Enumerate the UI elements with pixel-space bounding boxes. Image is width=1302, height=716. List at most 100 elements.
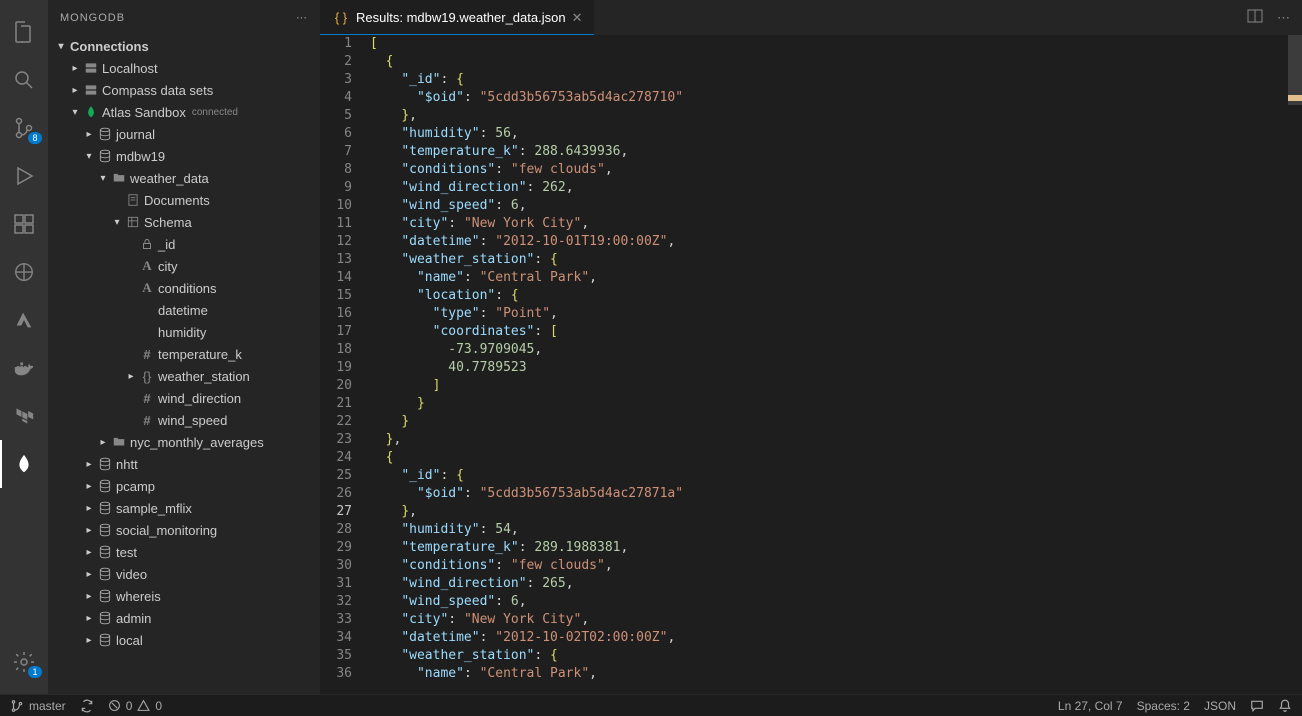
problems[interactable]: 0 0 (108, 699, 162, 713)
chevron-icon: ▸ (82, 613, 96, 624)
tabs-bar: { } Results: mdbw19.weather_data.json ✕ … (320, 0, 1302, 35)
chevron-icon: ▸ (82, 569, 96, 580)
item-tag: connected (192, 107, 238, 118)
item-label: Atlas Sandbox (102, 105, 186, 120)
item-icon (96, 479, 114, 493)
tree-item[interactable]: ▸ video (48, 563, 320, 585)
debug-icon[interactable] (0, 152, 48, 200)
tree-item[interactable]: ▸nhtt (48, 453, 320, 475)
editor-area: { } Results: mdbw19.weather_data.json ✕ … (320, 0, 1302, 694)
item-label: sample_mflix (116, 501, 192, 516)
item-label: weather_station (158, 369, 250, 384)
chevron-icon: ▾ (68, 107, 82, 118)
more-actions-icon[interactable]: ⋯ (1277, 10, 1290, 26)
sidebar: MONGODB ⋯ ▾ Connections ▸Localhost▸Compa… (48, 0, 320, 694)
item-label: Compass data sets (102, 83, 213, 98)
tree-item[interactable]: Acity (48, 255, 320, 277)
tree-item[interactable]: ▸Localhost (48, 57, 320, 79)
item-icon (96, 545, 114, 559)
item-icon (96, 457, 114, 471)
tree-item[interactable]: ▾ Atlas Sandbox connected (48, 101, 320, 123)
item-label: nyc_monthly_averages (130, 435, 264, 450)
split-editor-icon[interactable] (1247, 8, 1263, 27)
tree-item[interactable]: ▾Schema (48, 211, 320, 233)
close-icon[interactable]: ✕ (572, 10, 583, 26)
chevron-icon: ▸ (96, 437, 110, 448)
item-label: _id (158, 237, 175, 252)
code-lines[interactable]: [ { "_id": { "$oid": "5cdd3b56753ab5d4ac… (366, 35, 1302, 694)
cursor-position[interactable]: Ln 27, Col 7 (1058, 699, 1123, 713)
sync-icon[interactable] (80, 699, 94, 713)
feedback-icon[interactable] (1250, 699, 1264, 713)
chevron-icon: ▸ (82, 129, 96, 140)
settings-icon[interactable]: 1 (0, 638, 48, 686)
ruler-mark (1288, 95, 1302, 101)
terraform-icon[interactable] (0, 392, 48, 440)
tree-item[interactable]: ▾weather_data (48, 167, 320, 189)
item-icon (82, 83, 100, 97)
item-label: wind_direction (158, 391, 241, 406)
git-branch[interactable]: master (10, 699, 66, 713)
chevron-icon: ▸ (82, 525, 96, 536)
tree-item[interactable]: ▸journal (48, 123, 320, 145)
tree-item[interactable]: #temperature_k (48, 343, 320, 365)
tree-item[interactable]: ▸test (48, 541, 320, 563)
item-icon (96, 149, 114, 163)
tree-item[interactable]: ▸pcamp (48, 475, 320, 497)
connections-tree: ▸Localhost▸Compass data sets▾Atlas Sandb… (48, 57, 320, 694)
item-label: social_monitoring (116, 523, 217, 538)
tree-item[interactable]: ▸{}weather_station (48, 365, 320, 387)
tree-item[interactable]: ▸local (48, 629, 320, 651)
docker-icon[interactable] (0, 344, 48, 392)
status-bar: master 0 0 Ln 27, Col 7 Spaces: 2 JSON (0, 694, 1302, 716)
item-icon (96, 589, 114, 603)
chevron-icon: ▸ (82, 459, 96, 470)
tab-results[interactable]: { } Results: mdbw19.weather_data.json ✕ (320, 0, 594, 35)
mongodb-icon[interactable] (0, 440, 48, 488)
item-label: Localhost (102, 61, 158, 76)
azure-icon[interactable] (0, 296, 48, 344)
github-icon[interactable] (0, 248, 48, 296)
tree-item[interactable]: humidity (48, 321, 320, 343)
item-label: pcamp (116, 479, 155, 494)
tree-item[interactable]: ▸ social_monitoring (48, 519, 320, 541)
overview-ruler[interactable] (1288, 35, 1302, 694)
tree-item[interactable]: _id (48, 233, 320, 255)
item-label: wind_speed (158, 413, 227, 428)
item-icon (138, 238, 156, 250)
item-icon: # (138, 391, 156, 406)
tree-item[interactable]: ▸ sample_mflix (48, 497, 320, 519)
tree-item[interactable]: datetime (48, 299, 320, 321)
sidebar-title: MONGODB (60, 12, 125, 24)
item-label: Documents (144, 193, 210, 208)
more-icon[interactable]: ⋯ (296, 11, 308, 24)
code-editor[interactable]: 1234567891011121314151617181920212223242… (320, 35, 1302, 694)
connections-section[interactable]: ▾ Connections (48, 35, 320, 57)
tree-item[interactable]: ▸Compass data sets (48, 79, 320, 101)
item-icon: # (138, 413, 156, 428)
settings-badge: 1 (28, 666, 42, 678)
tree-item[interactable]: Documents (48, 189, 320, 211)
indentation[interactable]: Spaces: 2 (1137, 699, 1190, 713)
chevron-icon: ▸ (124, 371, 138, 382)
item-label: local (116, 633, 143, 648)
item-icon (124, 215, 142, 229)
item-icon: {} (138, 369, 156, 384)
search-icon[interactable] (0, 56, 48, 104)
extensions-icon[interactable] (0, 200, 48, 248)
chevron-icon: ▸ (82, 591, 96, 602)
item-label: video (116, 567, 147, 582)
item-icon: A (138, 258, 156, 274)
chevron-icon: ▸ (82, 503, 96, 514)
tree-item[interactable]: #wind_speed (48, 409, 320, 431)
notifications-icon[interactable] (1278, 699, 1292, 713)
tree-item[interactable]: #wind_direction (48, 387, 320, 409)
tree-item[interactable]: ▾mdbw19 (48, 145, 320, 167)
source-control-icon[interactable]: 8 (0, 104, 48, 152)
tree-item[interactable]: Aconditions (48, 277, 320, 299)
tree-item[interactable]: ▸ nyc_monthly_averages (48, 431, 320, 453)
tree-item[interactable]: ▸whereis (48, 585, 320, 607)
language-mode[interactable]: JSON (1204, 699, 1236, 713)
explorer-icon[interactable] (0, 8, 48, 56)
tree-item[interactable]: ▸admin (48, 607, 320, 629)
